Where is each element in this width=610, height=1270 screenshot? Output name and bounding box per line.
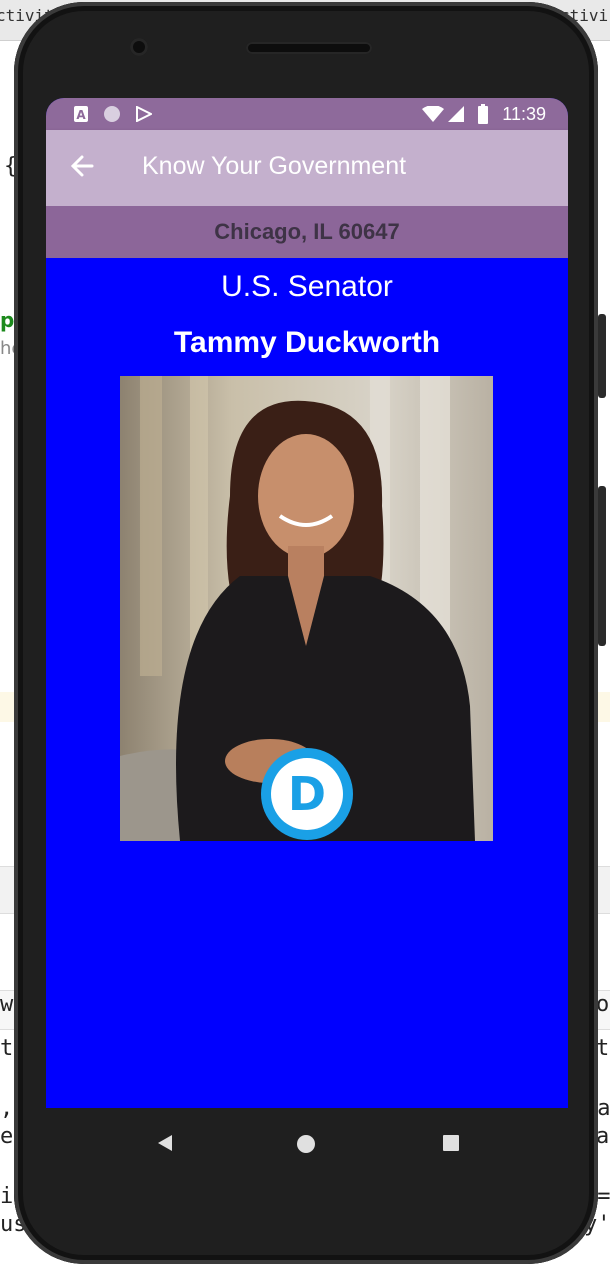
nav-back-icon [156, 1135, 174, 1156]
democratic-party-logo[interactable]: D [259, 746, 355, 842]
wifi-icon [422, 105, 444, 127]
circle-icon [104, 106, 120, 127]
arrow-back-icon [66, 155, 98, 186]
power-button[interactable] [598, 314, 606, 398]
battery-icon [478, 104, 488, 129]
ide-code-fragment: t [0, 1036, 14, 1061]
location-bar: Chicago, IL 60647 [46, 206, 568, 258]
phone-frame: A 11:39 Know Your Government Chicago, IL… [14, 2, 606, 1264]
play-store-icon [136, 105, 154, 127]
svg-text:A: A [76, 108, 86, 122]
navigation-bar [46, 1108, 568, 1188]
ide-code-fragment: w [0, 992, 14, 1017]
office-title: U.S. Senator [221, 270, 393, 303]
ide-code-fragment: , [0, 1096, 14, 1121]
signal-icon [448, 106, 464, 127]
official-name: Tammy Duckworth [173, 326, 441, 359]
status-bar: A 11:39 [46, 98, 568, 130]
earpiece-speaker [246, 42, 372, 54]
ide-code-fragment: p [0, 308, 15, 332]
nav-home-icon [296, 1135, 316, 1158]
clock: 11:39 [502, 104, 546, 124]
front-camera [130, 38, 148, 56]
app-bar: Know Your Government [46, 130, 568, 206]
nav-recents-button[interactable] [442, 1134, 460, 1157]
nav-home-button[interactable] [296, 1134, 316, 1159]
nav-recents-icon [442, 1135, 460, 1156]
party-letter: D [288, 767, 326, 821]
a-badge-icon: A [74, 106, 88, 127]
app-title: Know Your Government [142, 152, 407, 180]
back-button[interactable] [66, 150, 98, 182]
location-text: Chicago, IL 60647 [214, 219, 400, 244]
nav-back-button[interactable] [156, 1134, 174, 1157]
app-screen: A 11:39 Know Your Government Chicago, IL… [46, 98, 568, 1108]
volume-button[interactable] [598, 486, 606, 646]
ide-code-fragment: i [0, 1184, 14, 1209]
